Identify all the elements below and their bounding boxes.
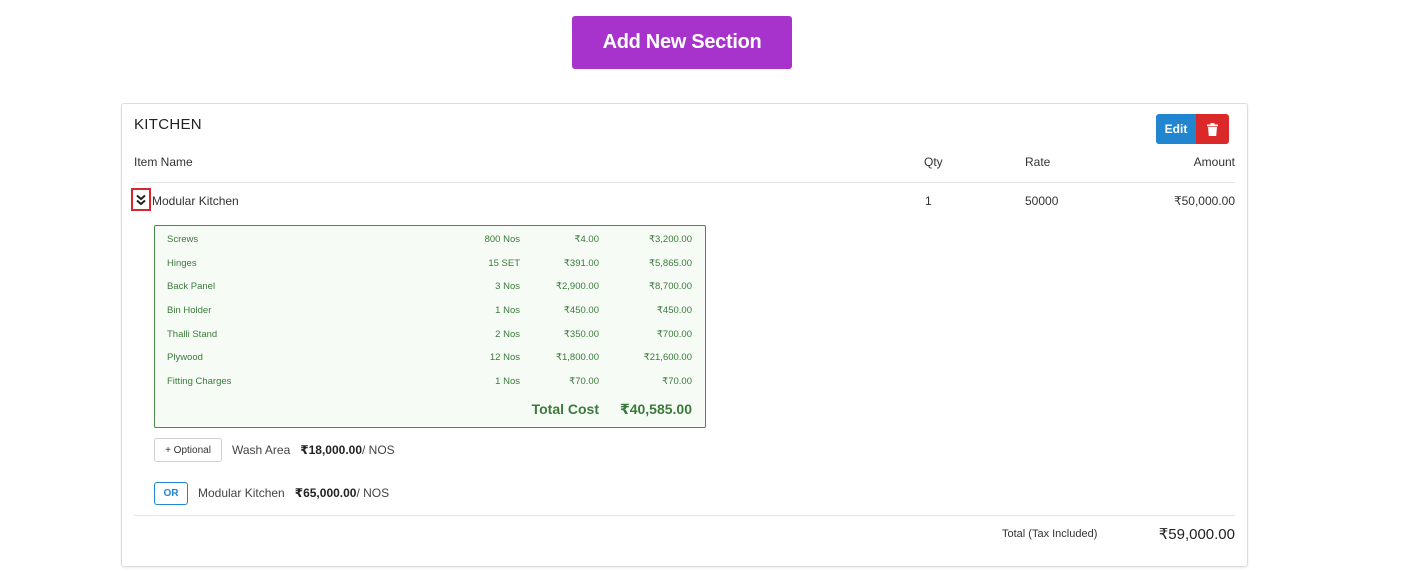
expand-toggle[interactable] [131, 188, 151, 211]
column-header-item-name: Item Name [134, 155, 193, 169]
material-rate: ₹391.00 [563, 258, 599, 269]
column-header-qty: Qty [924, 155, 943, 169]
material-row: Fitting Charges 1 Nos ₹70.00 ₹70.00 [155, 376, 705, 390]
material-name: Bin Holder [167, 305, 212, 316]
grand-total-label: Total (Tax Included) [1002, 528, 1098, 540]
item-qty: 1 [925, 194, 932, 208]
material-name: Thalli Stand [167, 329, 218, 340]
optional-item: Wash Area ₹18,000.00/ NOS [232, 443, 395, 457]
edit-button[interactable]: Edit [1156, 114, 1196, 144]
material-qty: 2 Nos [495, 329, 520, 340]
item-amount: ₹50,000.00 [1173, 194, 1235, 208]
item-name: Modular Kitchen [152, 194, 239, 208]
add-optional-button[interactable]: + Optional [154, 438, 222, 462]
alternative-item-name: Modular Kitchen [198, 486, 285, 500]
optional-item-price: ₹18,000.00 [300, 443, 362, 457]
material-name: Hinges [167, 258, 197, 269]
section-card: KITCHEN Edit Item Name Qty Rate Amount M… [121, 103, 1248, 567]
material-row: Bin Holder 1 Nos ₹450.00 ₹450.00 [155, 305, 705, 319]
material-amount: ₹21,600.00 [643, 352, 692, 363]
alternative-item-price: ₹65,000.00 [294, 486, 357, 500]
optional-item-name: Wash Area [232, 443, 291, 457]
material-rate: ₹70.00 [569, 376, 599, 387]
alternative-item: Modular Kitchen ₹65,000.00/ NOS [198, 486, 389, 500]
material-name: Plywood [167, 352, 203, 363]
or-alternative-button[interactable]: OR [154, 482, 188, 505]
total-cost-value: ₹40,585.00 [619, 401, 692, 417]
material-rate: ₹4.00 [574, 234, 599, 245]
material-row: Hinges 15 SET ₹391.00 ₹5,865.00 [155, 258, 705, 272]
material-qty: 12 Nos [489, 352, 520, 363]
trash-icon [1207, 122, 1218, 136]
material-qty: 1 Nos [495, 376, 520, 387]
total-cost-label: Total Cost [531, 401, 599, 417]
material-rate: ₹350.00 [563, 329, 599, 340]
footer-divider [134, 515, 1235, 516]
material-row: Back Panel 3 Nos ₹2,900.00 ₹8,700.00 [155, 281, 705, 295]
column-header-rate: Rate [1025, 155, 1051, 169]
header-divider [134, 182, 1235, 183]
material-amount: ₹5,865.00 [648, 258, 692, 269]
material-amount: ₹8,700.00 [648, 281, 692, 292]
delete-button[interactable] [1196, 114, 1229, 144]
alternative-item-unit: / NOS [356, 486, 390, 500]
material-rate: ₹2,900.00 [555, 281, 599, 292]
add-new-section-button[interactable]: Add New Section [572, 16, 792, 69]
material-amount: ₹700.00 [656, 329, 692, 340]
material-rate: ₹450.00 [563, 305, 599, 316]
column-header-amount: Amount [1193, 155, 1235, 169]
material-row: Screws 800 Nos ₹4.00 ₹3,200.00 [155, 234, 705, 248]
material-name: Back Panel [167, 281, 216, 292]
material-qty: 15 SET [488, 258, 520, 269]
material-name: Fitting Charges [167, 376, 232, 387]
material-amount: ₹450.00 [656, 305, 692, 316]
material-name: Screws [167, 234, 199, 245]
material-qty: 1 Nos [495, 305, 520, 316]
double-chevron-down-icon [136, 194, 146, 205]
section-title: KITCHEN [134, 116, 202, 133]
optional-item-unit: / NOS [362, 443, 395, 457]
material-row: Plywood 12 Nos ₹1,800.00 ₹21,600.00 [155, 352, 705, 366]
material-rate: ₹1,800.00 [555, 352, 599, 363]
item-rate: 50000 [1025, 194, 1059, 208]
material-qty: 3 Nos [495, 281, 520, 292]
material-amount: ₹70.00 [662, 376, 692, 387]
material-row: Thalli Stand 2 Nos ₹350.00 ₹700.00 [155, 329, 705, 343]
section-actions: Edit [1156, 114, 1229, 144]
materials-breakdown: Screws 800 Nos ₹4.00 ₹3,200.00 Hinges 15… [154, 225, 706, 428]
material-amount: ₹3,200.00 [648, 234, 692, 245]
grand-total-value: ₹59,000.00 [1158, 526, 1235, 543]
material-qty: 800 Nos [484, 234, 520, 245]
